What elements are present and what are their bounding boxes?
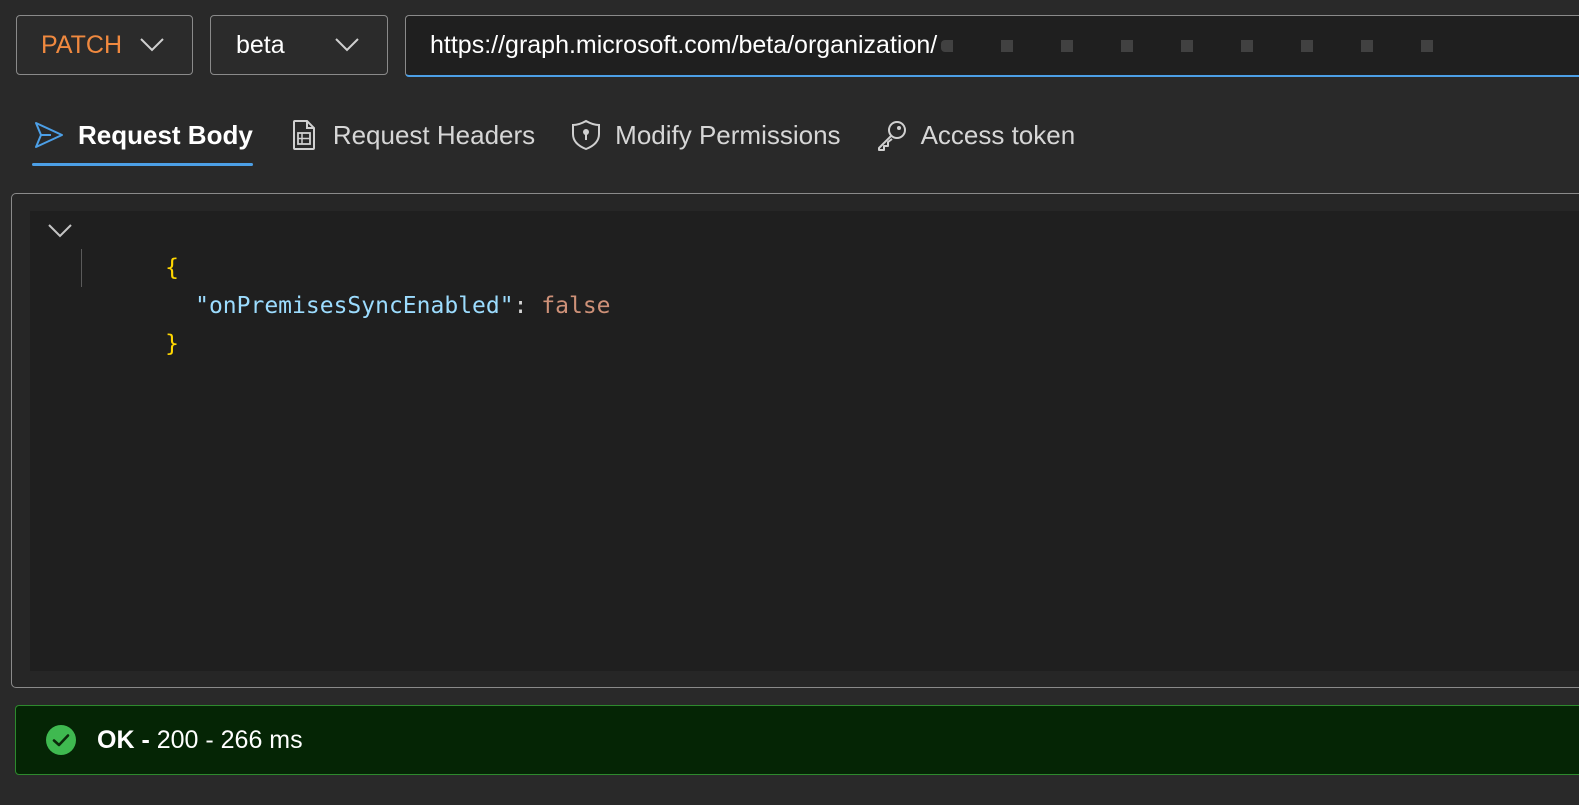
status-ok-label: OK - [97, 725, 157, 754]
method-dropdown[interactable]: PATCH [16, 15, 193, 75]
tab-label: Access token [920, 119, 1076, 150]
response-status-bar: OK - 200 - 266 ms [15, 705, 1579, 775]
code-line-2: "onPremisesSyncEnabled": false [112, 249, 610, 319]
send-icon [32, 118, 66, 152]
tab-label: Request Body [78, 119, 253, 150]
json-key: "onPremisesSyncEnabled" [195, 293, 514, 319]
tab-modify-permissions[interactable]: Modify Permissions [569, 106, 841, 164]
url-input[interactable]: https://graph.microsoft.com/beta/organiz… [405, 15, 1579, 77]
tab-label: Request Headers [332, 119, 536, 150]
tab-request-headers[interactable]: Request Headers [287, 106, 535, 164]
code-line-3: } [82, 287, 179, 357]
check-circle-icon [45, 724, 77, 756]
shield-lock-icon [569, 118, 603, 152]
document-icon [287, 118, 321, 152]
indent-guide [81, 249, 82, 287]
json-colon: : [513, 293, 542, 319]
request-tabs: Request Body Request Headers Modify Perm… [32, 106, 1109, 168]
key-icon [875, 118, 909, 152]
redacted-url-segment [941, 39, 1462, 52]
json-editor[interactable]: { "onPremisesSyncEnabled": false } [30, 211, 1579, 671]
request-body-panel: { "onPremisesSyncEnabled": false } [11, 193, 1579, 688]
status-detail: 200 - 266 ms [156, 725, 303, 754]
url-text: https://graph.microsoft.com/beta/organiz… [430, 31, 938, 59]
version-label: beta [236, 30, 285, 59]
tab-label: Modify Permissions [615, 119, 841, 150]
method-label: PATCH [41, 30, 123, 59]
json-value: false [541, 293, 611, 319]
chevron-down-icon [138, 31, 166, 59]
close-brace: } [165, 331, 179, 357]
fold-chevron-icon[interactable] [47, 219, 73, 243]
chevron-down-icon [333, 31, 361, 59]
version-dropdown[interactable]: beta [210, 15, 388, 75]
tab-access-token[interactable]: Access token [875, 106, 1076, 164]
tab-request-body[interactable]: Request Body [32, 106, 253, 166]
code-line-1: { [82, 211, 179, 281]
